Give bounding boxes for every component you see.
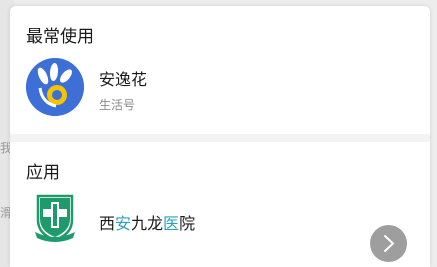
section-title-apps: 应用 [26, 163, 60, 183]
hospital-emblem-icon [32, 192, 78, 246]
list-item-anyihua[interactable]: 安逸花 生活号 [26, 58, 416, 118]
search-results-panel: 最常使用 安逸花 生活号 应用 西安九龙医院 [10, 6, 430, 267]
app-name: 西安九龙医院 [99, 210, 195, 234]
account-name: 安逸花 [99, 70, 148, 89]
account-type-label: 生活号 [99, 98, 136, 112]
chevron-right-icon [384, 235, 394, 252]
app-name-part: 西 [99, 214, 116, 233]
app-name-part: 九龙 [131, 214, 164, 233]
list-item-hospital-app[interactable]: 西安九龙医院 [26, 194, 416, 256]
app-name-highlight: 安 [115, 214, 132, 233]
section-divider [10, 134, 430, 142]
app-name-part: 院 [179, 214, 196, 233]
app-name-highlight: 医 [163, 214, 180, 233]
section-title-frequent: 最常使用 [26, 27, 94, 47]
next-button[interactable] [370, 225, 407, 262]
anyihua-logo-icon [26, 58, 84, 116]
